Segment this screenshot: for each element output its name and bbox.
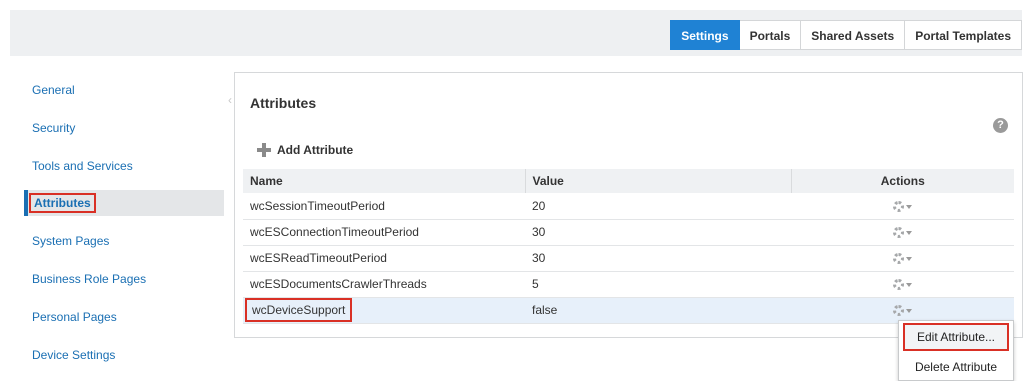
- attribute-value-cell: 30: [525, 245, 791, 272]
- help-icon[interactable]: ?: [993, 118, 1008, 133]
- actions-gear-icon[interactable]: [893, 251, 912, 265]
- actions-gear-icon[interactable]: [893, 199, 912, 213]
- attribute-name-cell: wcESReadTimeoutPeriod: [243, 245, 525, 272]
- attribute-value-cell: false: [525, 297, 791, 324]
- attributes-table: Name Value Actions wcSessionTimeoutPerio…: [243, 169, 1014, 324]
- actions-cell: [791, 193, 1014, 220]
- attribute-name-cell: wcESConnectionTimeoutPeriod: [243, 219, 525, 246]
- actions-cell: [791, 271, 1014, 298]
- main-tabs: Settings Portals Shared Assets Portal Te…: [670, 20, 1022, 50]
- tab-portal-templates[interactable]: Portal Templates: [905, 20, 1022, 50]
- actions-gear-icon[interactable]: [893, 225, 912, 239]
- sidebar-item-label: Attributes: [29, 193, 96, 213]
- attribute-value-cell: 20: [525, 193, 791, 220]
- sidebar-item-business-role-pages[interactable]: Business Role Pages: [24, 266, 224, 292]
- sidebar-item-attributes[interactable]: Attributes: [24, 190, 224, 216]
- actions-gear-icon[interactable]: [893, 277, 912, 291]
- sidebar-item-tools-and-services[interactable]: Tools and Services: [24, 153, 224, 179]
- menu-item-delete-attribute[interactable]: Delete Attribute: [903, 353, 1009, 381]
- sidebar-item-label: General: [32, 83, 75, 97]
- sidebar-item-device-settings[interactable]: Device Settings: [24, 342, 224, 368]
- top-header-bar: Settings Portals Shared Assets Portal Te…: [10, 10, 1022, 56]
- table-row[interactable]: wcESConnectionTimeoutPeriod 30: [243, 219, 1014, 246]
- plus-icon: [257, 143, 271, 157]
- actions-cell: [791, 245, 1014, 272]
- sidebar-item-label: Security: [32, 121, 76, 135]
- sidebar-item-personal-pages[interactable]: Personal Pages: [24, 304, 224, 330]
- tab-portals[interactable]: Portals: [739, 20, 802, 50]
- tab-settings[interactable]: Settings: [670, 20, 740, 50]
- attribute-value-cell: 5: [525, 271, 791, 298]
- sidebar-item-security[interactable]: Security: [24, 115, 224, 141]
- actions-context-menu: Edit Attribute... Delete Attribute: [898, 320, 1014, 381]
- attribute-name-highlight: wcDeviceSupport: [244, 298, 353, 322]
- column-header-name[interactable]: Name: [243, 169, 526, 193]
- menu-item-edit-attribute[interactable]: Edit Attribute...: [903, 323, 1009, 351]
- table-header-row: Name Value Actions: [243, 169, 1014, 193]
- page-title: Attributes: [250, 95, 317, 111]
- table-row[interactable]: wcESDocumentsCrawlerThreads 5: [243, 271, 1014, 298]
- table-row[interactable]: wcESReadTimeoutPeriod 30: [243, 245, 1014, 272]
- table-row[interactable]: wcSessionTimeoutPeriod 20: [243, 193, 1014, 220]
- column-header-value[interactable]: Value: [525, 169, 792, 193]
- attribute-value-cell: 30: [525, 219, 791, 246]
- sidebar-item-label: Tools and Services: [32, 159, 133, 173]
- sidebar-item-label: Personal Pages: [32, 310, 117, 324]
- actions-gear-icon[interactable]: [893, 303, 912, 317]
- sidebar-item-general[interactable]: General: [24, 77, 224, 103]
- column-header-actions: Actions: [791, 169, 1014, 193]
- add-attribute-label: Add Attribute: [277, 143, 354, 157]
- tab-shared-assets[interactable]: Shared Assets: [801, 20, 906, 50]
- attribute-name-cell: wcSessionTimeoutPeriod: [243, 193, 525, 220]
- attribute-name-cell: wcDeviceSupport: [243, 297, 525, 324]
- collapse-sidebar-icon[interactable]: ‹: [228, 93, 232, 107]
- sidebar-item-label: Business Role Pages: [32, 272, 147, 286]
- add-attribute-button[interactable]: Add Attribute: [257, 143, 353, 157]
- sidebar-item-label: Device Settings: [32, 348, 116, 362]
- sidebar-item-label: System Pages: [32, 234, 110, 248]
- actions-cell: [791, 219, 1014, 246]
- attribute-name-cell: wcESDocumentsCrawlerThreads: [243, 271, 525, 298]
- attributes-panel: Attributes ? Add Attribute Name Value Ac…: [234, 72, 1023, 338]
- sidebar-item-system-pages[interactable]: System Pages: [24, 228, 224, 254]
